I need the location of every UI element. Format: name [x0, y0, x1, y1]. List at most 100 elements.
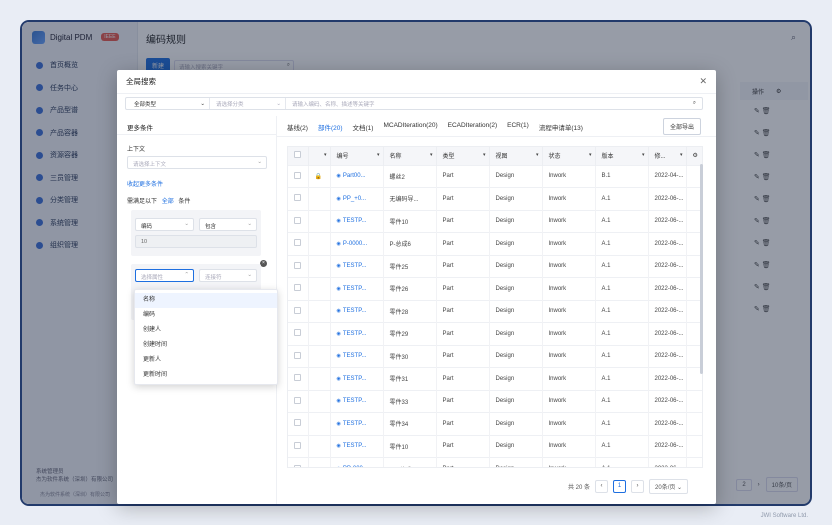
keyword-input[interactable]: 请输入编码、名称、描述等关键字: [286, 100, 693, 108]
column-header[interactable]: 编号 ▾: [330, 147, 384, 165]
table-row[interactable]: ◉ TESTP... 零件31 Part Design Inwork A.1 2022-06-…: [288, 367, 702, 390]
part-code-link[interactable]: ◉PP-000...: [330, 457, 384, 467]
page-button[interactable]: 1: [613, 480, 627, 493]
search-icon[interactable]: ⌕: [693, 100, 696, 107]
row-checkbox[interactable]: [288, 457, 309, 467]
tab-documents[interactable]: 文档(1): [353, 122, 374, 137]
condition-field-select[interactable]: 编码 ⌄: [135, 218, 194, 231]
part-code-link[interactable]: ◉ TESTP...: [330, 434, 384, 458]
condition-value-input[interactable]: 10: [135, 235, 257, 248]
attribute-option[interactable]: 编码: [135, 308, 277, 323]
column-header[interactable]: 类型 ▾: [436, 147, 490, 165]
row-checkbox[interactable]: [288, 367, 309, 390]
table-row[interactable]: ◉ TESTP... 零件33 Part Design Inwork A.1 2022-06-…: [288, 389, 702, 413]
row-checkbox[interactable]: [288, 322, 309, 345]
column-settings-icon[interactable]: ⚙: [686, 147, 702, 165]
table-row[interactable]: ◉ TESTP... 零件25 Part Design Inwork A.1 2022-06-…: [288, 254, 702, 278]
attribute-option[interactable]: 更新时间: [135, 368, 277, 383]
table-row[interactable]: ◉ TESTP... 零件29 Part Design Inwork A.1 2022-06-…: [288, 322, 702, 345]
row-checkbox[interactable]: [288, 389, 309, 413]
cell-date: 2022-06-...: [648, 434, 687, 458]
table-row[interactable]: ◉PP-000...PP-总成6PartDesignInworkA.12022-…: [288, 457, 702, 467]
row-checkbox[interactable]: [288, 187, 309, 210]
caret-down-icon: ▾: [588, 152, 592, 158]
table-row[interactable]: ◉ TESTP... 零件10 Part Design Inwork A.1 2022-06-…: [288, 209, 702, 233]
condition-operator-select[interactable]: 包含 ⌄: [199, 218, 257, 231]
select-all-checkbox[interactable]: [288, 147, 309, 165]
condition-connector-select[interactable]: 连接符 ⌄: [199, 269, 257, 282]
chevron-up-icon: ⌃: [184, 272, 189, 278]
attribute-option[interactable]: 更新人: [135, 353, 277, 368]
cell-state: Inwork: [542, 322, 596, 345]
table-row[interactable]: ◉ PP_+0... 无编码导... Part Design Inwork A.1 2022-…: [288, 187, 702, 210]
chevron-down-icon: ⌄: [200, 100, 205, 107]
column-header[interactable]: 状态 ▾: [542, 147, 596, 165]
row-checkbox[interactable]: [288, 164, 309, 188]
cell-name: 零件25: [383, 254, 437, 278]
collapse-conditions-link[interactable]: 收起更多条件: [127, 179, 163, 188]
part-code-link[interactable]: ◉ TESTP...: [330, 299, 384, 323]
export-all-button[interactable]: 全部导出: [663, 118, 702, 135]
row-checkbox[interactable]: [288, 232, 309, 255]
page-size-select[interactable]: 20条/页 ⌄: [649, 479, 689, 494]
row-checkbox[interactable]: [288, 299, 309, 323]
next-page-button[interactable]: ›: [631, 480, 645, 493]
table-row[interactable]: ◉ TESTP... 零件10 Part Design Inwork A.1 2022-06-…: [288, 434, 702, 458]
column-header[interactable]: 修... ▾: [648, 147, 687, 165]
part-code-link[interactable]: ◉ P-0000...: [330, 232, 384, 255]
part-code-link[interactable]: ◉ TESTP...: [330, 254, 384, 278]
cell-view: Design: [489, 209, 543, 233]
cell-view: Design: [489, 412, 543, 435]
table-row[interactable]: ◉ TESTP... 零件26 Part Design Inwork A.1 2022-06-…: [288, 277, 702, 300]
prev-page-button[interactable]: ‹: [595, 480, 609, 493]
cell-date: 2022-06-...: [648, 232, 687, 255]
tab-ecad[interactable]: ECADIteration(2): [448, 122, 498, 137]
part-code-link[interactable]: ◉ TESTP...: [330, 412, 384, 435]
part-icon: ◉: [336, 420, 341, 427]
attribute-option[interactable]: 创建人: [135, 323, 277, 338]
part-code-link[interactable]: ◉ TESTP...: [330, 322, 384, 345]
column-header[interactable]: 版本 ▾: [595, 147, 649, 165]
type-select[interactable]: 全部类型 ⌄: [126, 98, 210, 109]
tab-parts[interactable]: 部件(20): [317, 122, 343, 137]
table-scrollbar[interactable]: [700, 164, 703, 374]
part-code-link[interactable]: ◉ TESTP...: [330, 277, 384, 300]
tab-workflow[interactable]: 流程申请单(13): [539, 122, 583, 137]
match-all-select[interactable]: 全部: [162, 199, 174, 205]
part-code-link[interactable]: ◉ TESTP...: [330, 209, 384, 233]
table-row[interactable]: ◉ TESTP... 零件28 Part Design Inwork A.1 2022-06-…: [288, 299, 702, 323]
category-select[interactable]: 请选择分类 ⌄: [210, 98, 286, 109]
context-select[interactable]: 请选择上下文 ⌄: [127, 156, 267, 169]
row-checkbox[interactable]: [288, 434, 309, 458]
row-checkbox[interactable]: [288, 344, 309, 368]
table-row[interactable]: 🔒 ◉ Part00... 螺丝2 Part Design Inwork B.1 2022-04…: [288, 164, 702, 188]
condition-attribute-select[interactable]: 选择属性 ⌃: [135, 269, 194, 282]
cell-type: Part: [436, 254, 490, 278]
row-checkbox[interactable]: [288, 412, 309, 435]
cell-version: A.1: [595, 389, 649, 413]
row-checkbox[interactable]: [288, 277, 309, 300]
part-code-link[interactable]: ◉ Part00...: [330, 164, 384, 188]
tab-baseline[interactable]: 基线(2): [287, 122, 308, 137]
attribute-option[interactable]: 名称: [135, 293, 277, 308]
remove-condition-icon[interactable]: ×: [260, 260, 267, 267]
tab-ecr[interactable]: ECR(1): [507, 122, 529, 137]
part-code-link[interactable]: ◉ TESTP...: [330, 344, 384, 368]
row-checkbox[interactable]: [288, 254, 309, 278]
part-code-link[interactable]: ◉ TESTP...: [330, 389, 384, 413]
table-row[interactable]: ◉ P-0000... P-总成6 Part Design Inwork A.1 2022-0…: [288, 232, 702, 255]
cell-version: B.1: [595, 164, 649, 188]
part-code-link[interactable]: ◉ TESTP...: [330, 367, 384, 390]
close-icon[interactable]: ✕: [699, 76, 707, 87]
row-status-cell: 🔒: [308, 164, 331, 188]
filter-column[interactable]: ▾: [308, 147, 331, 165]
table-row[interactable]: ◉ TESTP... 零件30 Part Design Inwork A.1 2022-06-…: [288, 344, 702, 368]
tab-mcad[interactable]: MCADIteration(20): [383, 122, 437, 137]
row-checkbox[interactable]: [288, 209, 309, 233]
attribute-option[interactable]: 创建时间: [135, 338, 277, 353]
part-code-link[interactable]: ◉ PP_+0...: [330, 187, 384, 210]
column-header[interactable]: 名称 ▾: [383, 147, 437, 165]
cell-type: Part: [436, 187, 490, 210]
column-header[interactable]: 视图 ▾: [489, 147, 543, 165]
table-row[interactable]: ◉ TESTP... 零件34 Part Design Inwork A.1 2022-06-…: [288, 412, 702, 435]
